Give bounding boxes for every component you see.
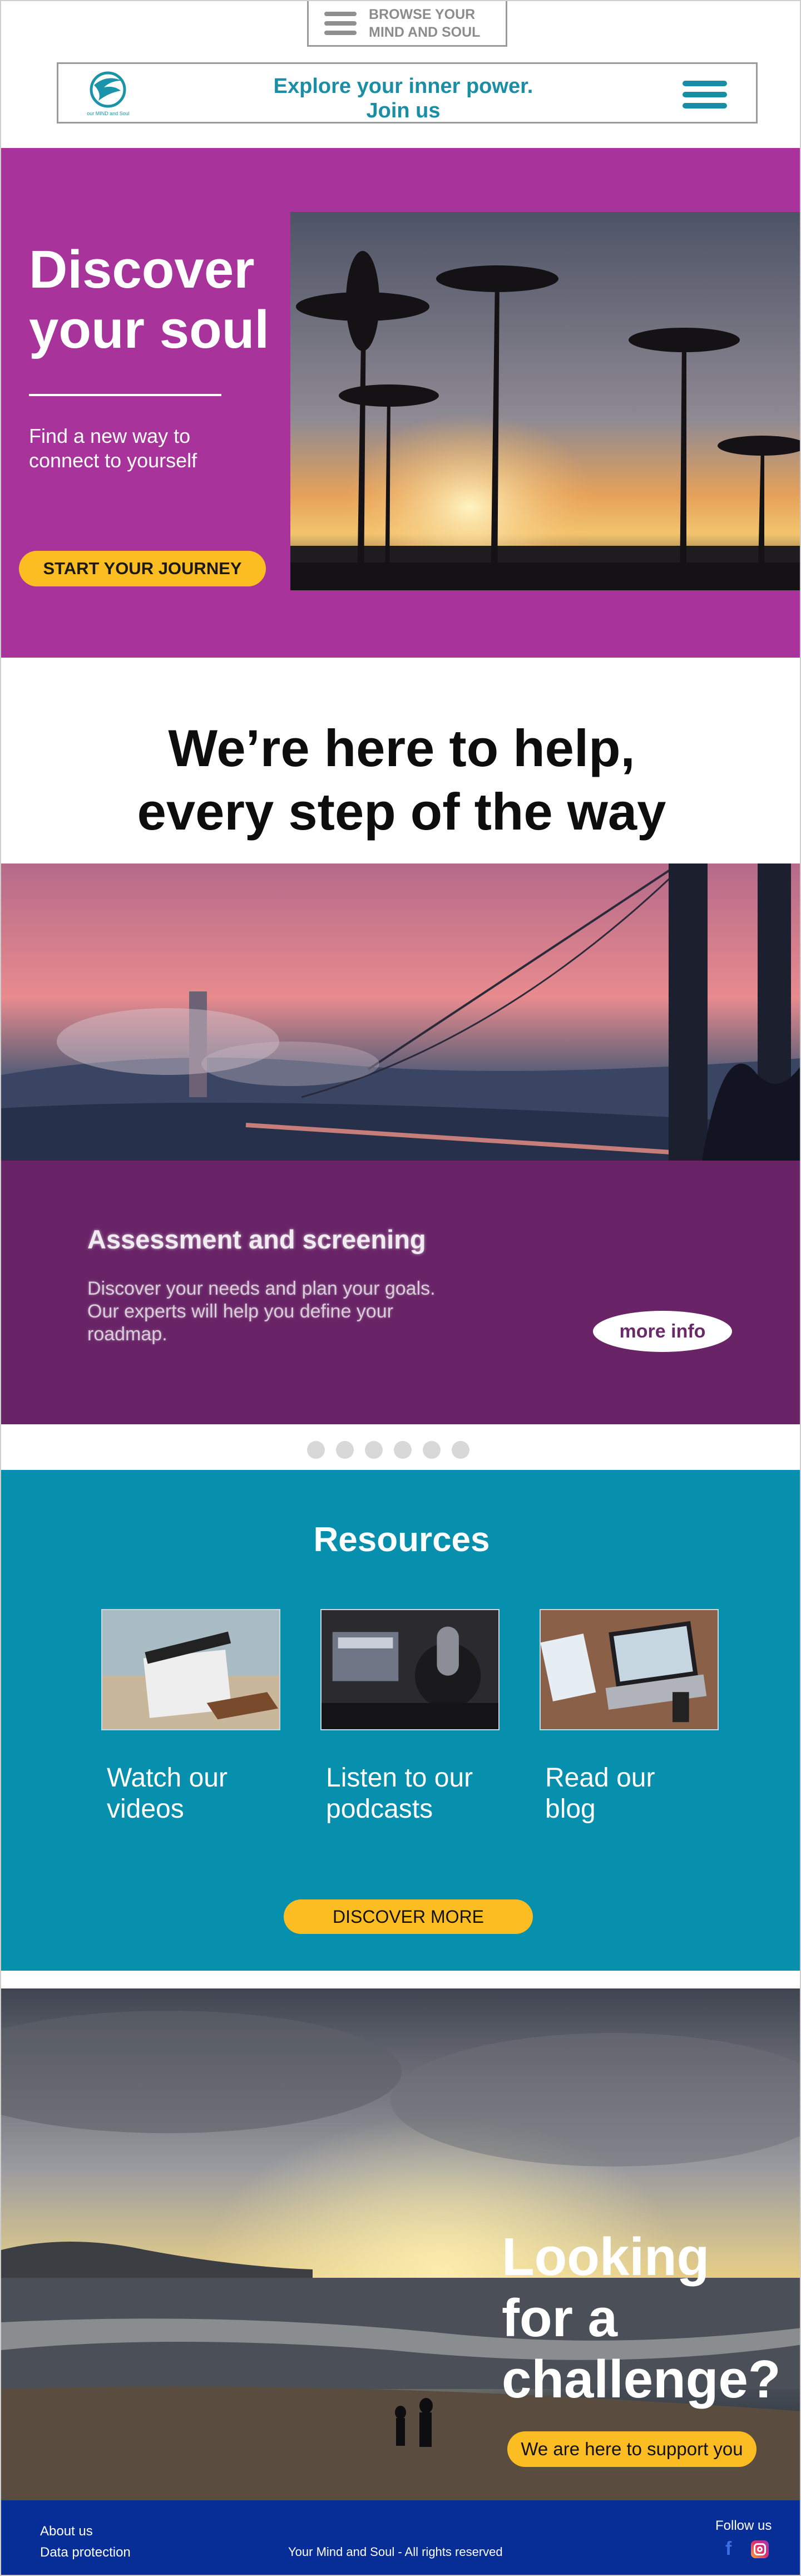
help-heading: We’re here to help, every step of the wa… <box>1 717 800 843</box>
start-journey-button[interactable]: START YOUR JOURNEY <box>19 551 266 586</box>
slide-description: Discover your needs and plan your goals.… <box>87 1277 454 1346</box>
logo-caption: our MIND and Soul <box>87 111 130 116</box>
blog-label: Read our blog <box>540 1763 719 1825</box>
support-button[interactable]: We are here to support you <box>507 2431 756 2467</box>
logo[interactable]: our MIND and Soul <box>82 68 135 120</box>
palm-sunset-photo <box>290 212 800 590</box>
clapperboard-photo <box>101 1609 280 1730</box>
carousel-dots <box>307 1441 496 1459</box>
facebook-icon[interactable]: f <box>725 2539 740 2558</box>
bridge-photo <box>1 863 800 1161</box>
videos-label: Watch our videos <box>101 1763 280 1825</box>
hero-subtitle-line1: Find a new way to <box>29 425 191 447</box>
tagline-line1: Explore your inner power. <box>273 75 533 98</box>
podcasts-label: Listen to our podcasts <box>320 1763 500 1825</box>
tagline-line2: Join us <box>366 99 441 122</box>
more-info-button[interactable]: more info <box>593 1311 732 1352</box>
slide-title: Assessment and screening <box>87 1225 426 1254</box>
hero-divider <box>29 394 221 396</box>
hero-title-line1: Discover <box>29 240 255 299</box>
data-protection-link[interactable]: Data protection <box>40 2545 131 2560</box>
follow-us-label: Follow us <box>715 2518 772 2533</box>
videos-label-line1: Watch our <box>107 1763 228 1793</box>
blog-label-line1: Read our <box>545 1763 655 1793</box>
hero-section: Discover your soul Find a new way to con… <box>1 148 800 658</box>
resources-section: Resources Watch our videos Listen to our… <box>1 1470 800 1971</box>
slide-text-line2: Our experts will help you define your <box>87 1301 393 1322</box>
challenge-title: Looking for a challenge? <box>502 2227 791 2410</box>
discover-more-button[interactable]: DISCOVER MORE <box>284 1899 533 1934</box>
carousel-dot[interactable] <box>365 1441 383 1459</box>
hero-title-line2: your soul <box>29 300 270 359</box>
browse-label-line1: BROWSE YOUR <box>369 6 476 22</box>
slide-text-line1: Discover your needs and plan your goals. <box>87 1278 436 1299</box>
carousel-slide-panel: Assessment and screening Discover your n… <box>1 1161 800 1424</box>
carousel-dot[interactable] <box>394 1441 412 1459</box>
slide-text-line3: roadmap. <box>87 1324 167 1345</box>
challenge-title-line2: for a <box>502 2288 618 2348</box>
copyright-text: Your Mind and Soul - All rights reserved <box>288 2545 503 2559</box>
podcasts-label-line2: podcasts <box>326 1794 433 1824</box>
podcasts-card[interactable]: Listen to our podcasts <box>320 1609 500 1825</box>
browse-menu-tab[interactable]: BROWSE YOUR MIND AND SOUL <box>307 1 507 47</box>
instagram-icon[interactable] <box>751 2540 769 2558</box>
hero-subtitle: Find a new way to connect to yourself <box>29 424 263 473</box>
carousel-dot[interactable] <box>423 1441 441 1459</box>
blog-card[interactable]: Read our blog <box>540 1609 719 1825</box>
challenge-section: Looking for a challenge? We are here to … <box>1 1988 800 2500</box>
podcasts-label-line1: Listen to our <box>326 1763 473 1793</box>
challenge-title-line3: challenge? <box>502 2350 781 2409</box>
browse-label-line2: MIND AND SOUL <box>369 24 481 40</box>
hero-title: Discover your soul <box>29 240 285 360</box>
header-tagline[interactable]: Explore your inner power. Join us <box>259 74 548 123</box>
videos-label-line2: videos <box>107 1794 184 1824</box>
carousel-dot[interactable] <box>452 1441 469 1459</box>
studio-microphone-photo <box>320 1609 500 1730</box>
hero-subtitle-line2: connect to yourself <box>29 449 197 472</box>
challenge-title-line1: Looking <box>502 2227 710 2287</box>
page: BROWSE YOUR MIND AND SOUL our MIND and S… <box>0 0 801 2576</box>
videos-card[interactable]: Watch our videos <box>101 1609 280 1825</box>
hamburger-menu-icon[interactable] <box>683 81 727 108</box>
resources-title: Resources <box>313 1521 490 1559</box>
site-header: our MIND and Soul Explore your inner pow… <box>57 62 758 124</box>
browse-label: BROWSE YOUR MIND AND SOUL <box>369 6 480 41</box>
site-footer: About us Data protection Your Mind and S… <box>1 2500 800 2575</box>
about-us-link[interactable]: About us <box>40 2524 93 2539</box>
help-heading-line1: We’re here to help, <box>168 719 635 777</box>
menu-icon <box>324 11 357 35</box>
blog-label-line2: blog <box>545 1794 596 1824</box>
carousel-dot[interactable] <box>336 1441 354 1459</box>
carousel-dot[interactable] <box>307 1441 325 1459</box>
help-heading-line2: every step of the way <box>137 782 666 841</box>
laptop-desk-photo <box>540 1609 719 1730</box>
logo-bird-icon <box>90 71 126 108</box>
